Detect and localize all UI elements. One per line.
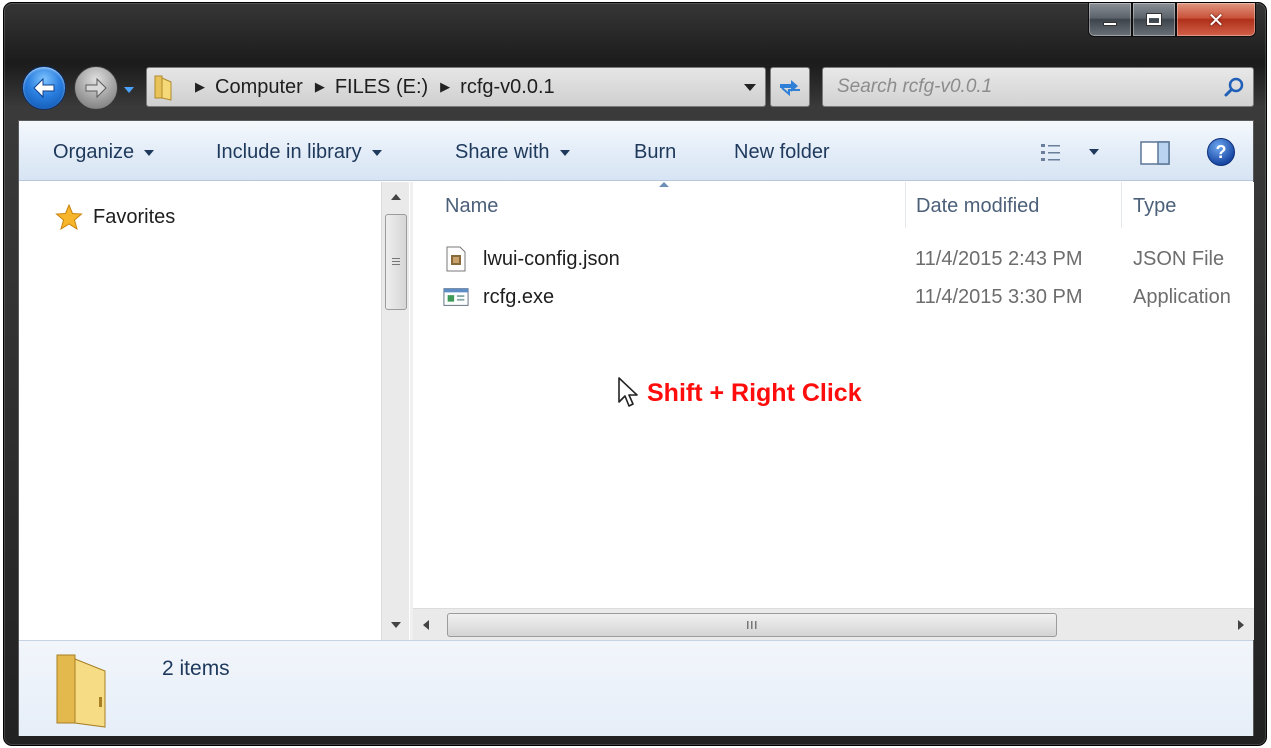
chevron-right-icon [1238,620,1244,630]
chevron-up-icon [391,194,401,200]
file-date-modified: 11/4/2015 3:30 PM [915,285,1083,308]
file-name: rcfg.exe [483,285,555,308]
scroll-up-button[interactable] [382,184,410,210]
grip-icon [747,621,757,629]
file-row[interactable]: lwui-config.json 11/4/2015 2:43 PM JSON … [443,242,1253,276]
file-type: Application [1133,285,1231,308]
folder-icon [153,72,183,102]
organize-label: Organize [53,140,135,163]
minimize-button[interactable] [1088,3,1132,37]
close-button[interactable]: ✕ [1176,3,1256,37]
breadcrumb-computer[interactable]: Computer [215,76,303,99]
scroll-thumb[interactable] [385,214,407,310]
sort-ascending-icon [659,182,669,187]
column-header-name[interactable]: Name [445,182,498,230]
search-icon[interactable] [1223,76,1245,103]
new-folder-label: New folder [734,140,830,163]
breadcrumb-separator-icon[interactable]: ▶ [440,79,450,95]
scroll-down-button[interactable] [382,612,410,638]
new-folder-button[interactable]: New folder [734,139,830,165]
preview-pane-button[interactable] [1139,139,1171,172]
include-in-library-label: Include in library [216,140,362,163]
details-pane: 2 items [19,640,1253,736]
navigation-pane: Favorites [19,182,381,640]
chevron-down-icon [559,150,570,156]
caption-buttons: ✕ [1088,3,1256,37]
file-name: lwui-config.json [483,247,620,270]
help-icon[interactable]: ? [1207,138,1235,166]
maximize-icon [1146,13,1162,26]
forward-button[interactable] [74,66,118,110]
burn-label: Burn [634,140,677,163]
search-box[interactable] [822,67,1254,107]
explorer-window: ✕ ▶ Computer ▶ FILES (E:) ▶ rcfg-v0.0.1 … [3,2,1267,746]
chevron-down-icon [744,83,756,91]
grip-icon [392,258,400,265]
address-history-dropdown[interactable] [735,68,765,106]
navigation-pane-scrollbar[interactable] [381,182,409,640]
share-with-label: Share with [455,140,550,163]
file-date-modified: 11/4/2015 2:43 PM [915,247,1083,270]
back-arrow-icon [33,77,55,99]
details-view-icon [1041,144,1060,161]
column-header-type[interactable]: Type [1133,182,1176,230]
file-type: JSON File [1133,247,1225,270]
command-bar: Organize Include in library Share with B… [19,121,1253,181]
refresh-icon [780,80,800,97]
burn-button[interactable]: Burn [634,139,676,165]
breadcrumb-separator-icon[interactable]: ▶ [195,79,205,95]
minimize-icon [1103,21,1117,26]
change-view-button[interactable] [1039,141,1069,170]
file-row[interactable]: rcfg.exe 11/4/2015 3:30 PM Application [443,280,1253,314]
chevron-down-icon[interactable] [1089,149,1099,155]
scroll-right-button[interactable] [1228,609,1254,641]
column-header-date-modified[interactable]: Date modified [916,182,1039,230]
back-button[interactable] [22,66,66,110]
recent-pages-dropdown[interactable] [122,83,136,97]
nav-item-favorites[interactable]: Favorites [55,204,175,230]
column-divider[interactable] [1121,182,1122,228]
refresh-button[interactable] [770,67,810,107]
include-in-library-button[interactable]: Include in library [216,139,382,165]
annotation-text: Shift + Right Click [647,378,862,407]
close-icon: ✕ [1207,7,1225,32]
share-with-button[interactable]: Share with [455,139,570,165]
organize-button[interactable]: Organize [53,139,155,165]
preview-pane-icon [1140,141,1170,165]
scroll-left-button[interactable] [413,609,439,641]
chevron-left-icon [423,620,429,630]
mouse-cursor-icon [618,377,638,407]
search-input[interactable] [837,76,1217,98]
scroll-thumb[interactable] [447,613,1057,637]
chevron-down-icon [391,622,401,628]
exe-file-icon [443,283,469,311]
favorites-label: Favorites [93,205,176,228]
chevron-down-icon [371,150,382,156]
breadcrumb-current-folder[interactable]: rcfg-v0.0.1 [460,76,554,99]
column-divider[interactable] [905,182,906,228]
item-count: 2 items [162,657,230,680]
json-file-icon [443,245,469,273]
instruction-annotation: Shift + Right Click [617,376,862,410]
navigation-bar: ▶ Computer ▶ FILES (E:) ▶ rcfg-v0.0.1 [18,63,1254,111]
chevron-down-icon [124,87,134,93]
explorer-client-area: Organize Include in library Share with B… [18,120,1254,736]
star-icon [55,204,83,230]
address-bar[interactable]: ▶ Computer ▶ FILES (E:) ▶ rcfg-v0.0.1 [146,67,766,107]
breadcrumb-separator-icon[interactable]: ▶ [315,79,325,95]
maximize-button[interactable] [1132,3,1176,37]
file-list: Name Date modified Type lwui-config.json… [413,182,1254,608]
chevron-down-icon [144,150,155,156]
file-list-horizontal-scrollbar[interactable] [413,608,1254,640]
folder-icon [53,649,121,734]
breadcrumb-files-drive[interactable]: FILES (E:) [335,76,428,99]
forward-arrow-icon [85,77,107,99]
